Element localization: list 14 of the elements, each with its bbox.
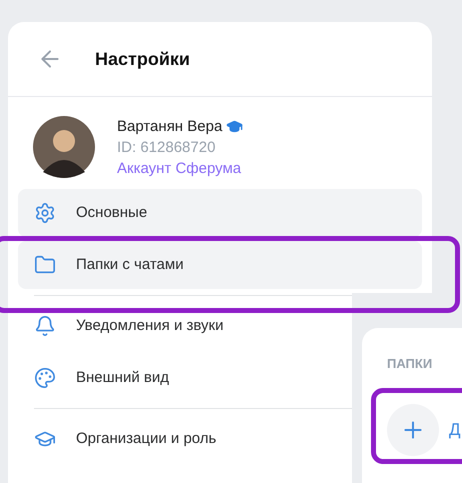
account-link[interactable]: Аккаунт Сферума [117,158,244,179]
add-folder-button[interactable] [387,404,439,456]
profile-id: ID: 612868720 [117,138,216,158]
palette-icon [34,367,56,389]
gear-icon [34,202,56,224]
menu-item[interactable]: Основные [18,189,422,237]
bell-icon [34,315,56,337]
avatar [33,116,95,178]
folder-icon [34,254,56,276]
graduation-cap-icon [226,118,244,135]
menu-item[interactable]: Папки с чатами [18,241,422,289]
profile-name: Вартанян Вера [117,117,222,137]
settings-title: Настройки [95,48,190,71]
add-folder-label[interactable]: Д [449,417,461,443]
